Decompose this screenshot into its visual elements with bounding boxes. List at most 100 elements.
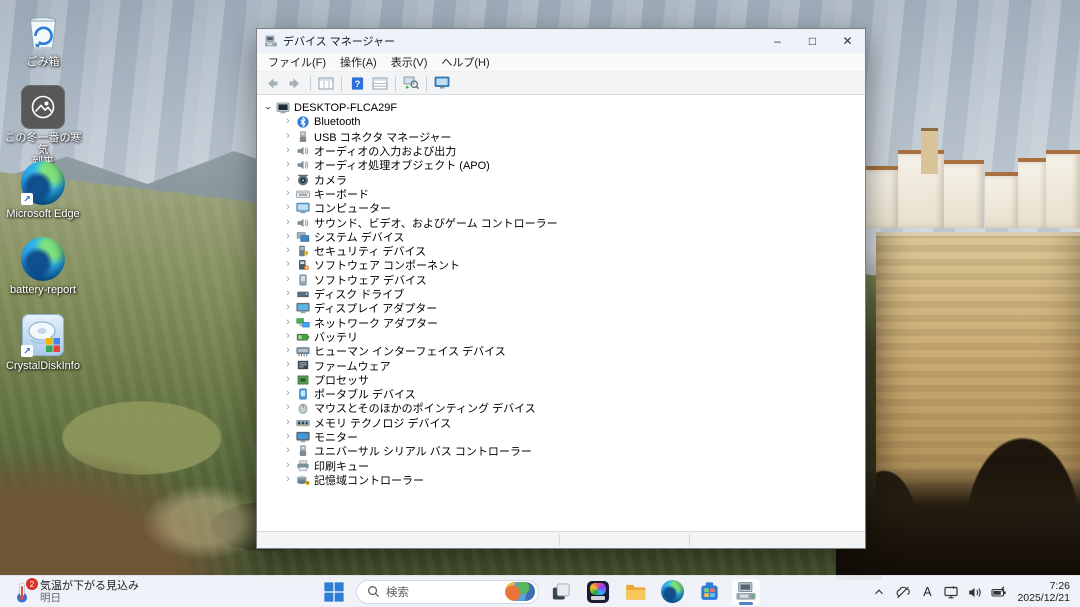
chevron-collapsed-icon[interactable]: › — [282, 144, 294, 156]
device-category-row[interactable]: ›コンピューター — [257, 201, 865, 215]
onedrive-tray-button[interactable] — [892, 578, 914, 606]
device-category-row[interactable]: ›オーディオの入力および出力 — [257, 144, 865, 158]
audio-icon — [296, 217, 311, 229]
chevron-collapsed-icon[interactable]: › — [282, 230, 294, 242]
search-input[interactable]: 検索 — [356, 580, 539, 604]
chevron-collapsed-icon[interactable]: › — [282, 473, 294, 485]
desktop-icon-crystaldiskinfo[interactable]: ↗CrystalDiskInfo — [0, 312, 86, 372]
hidden-icons-chevron[interactable] — [868, 578, 890, 606]
toolbar-separator — [310, 76, 311, 91]
device-category-row[interactable]: ›Bluetooth — [257, 115, 865, 129]
device-category-row[interactable]: ›ディスプレイ アダプター — [257, 301, 865, 315]
device-category-row[interactable]: ›ソフトウェア コンポーネント — [257, 258, 865, 272]
menu-item-help[interactable]: ヘルプ(H) — [434, 53, 496, 71]
device-category-row[interactable]: ›ソフトウェア デバイス — [257, 273, 865, 287]
chevron-collapsed-icon[interactable]: › — [282, 444, 294, 456]
chevron-collapsed-icon[interactable]: › — [282, 244, 294, 256]
chevron-collapsed-icon[interactable]: › — [282, 258, 294, 270]
desktop-icon-saved-image[interactable]: この冬一番の寒気到来 — [0, 84, 86, 168]
battery-charging-icon — [991, 585, 1008, 600]
device-category-row[interactable]: ›マウスとそのほかのポインティング デバイス — [257, 401, 865, 415]
edge-button[interactable] — [657, 578, 687, 606]
network-tray-button[interactable] — [940, 578, 962, 606]
device-category-row[interactable]: ›モニター — [257, 430, 865, 444]
weather-widget[interactable]: 2 気温が下がる見込み 明日 — [4, 576, 147, 607]
ime-mode-button[interactable]: A — [916, 578, 938, 606]
task-view-button[interactable] — [546, 578, 576, 606]
device-category-row[interactable]: ›印刷キュー — [257, 458, 865, 472]
device-category-row[interactable]: ›ヒューマン インターフェイス デバイス — [257, 344, 865, 358]
computer-icon — [276, 102, 291, 114]
chevron-collapsed-icon[interactable]: › — [282, 187, 294, 199]
properties-button[interactable] — [370, 74, 390, 93]
device-category-row[interactable]: ›ポータブル デバイス — [257, 387, 865, 401]
chevron-collapsed-icon[interactable]: › — [282, 216, 294, 228]
menu-item-file[interactable]: ファイル(F) — [261, 53, 333, 71]
device-manager-taskbar-button[interactable] — [731, 578, 761, 606]
device-category-row[interactable]: ›ディスク ドライブ — [257, 287, 865, 301]
chevron-collapsed-icon[interactable]: › — [282, 459, 294, 471]
desktop-icon-recycle-bin[interactable]: ごみ箱 — [0, 8, 86, 68]
chevron-collapsed-icon[interactable]: › — [282, 115, 294, 127]
taskbar-clock[interactable]: 7:26 2025/12/21 — [1013, 580, 1078, 604]
chevron-collapsed-icon[interactable]: › — [282, 387, 294, 399]
volume-tray-button[interactable] — [964, 578, 986, 606]
chevron-collapsed-icon[interactable]: › — [282, 173, 294, 185]
device-category-row[interactable]: ›メモリ テクノロジ デバイス — [257, 416, 865, 430]
back-button[interactable] — [262, 74, 282, 93]
firmware-icon — [296, 359, 311, 371]
menu-item-action[interactable]: 操作(A) — [333, 53, 384, 71]
menu-item-view[interactable]: 表示(V) — [384, 53, 435, 71]
device-category-row[interactable]: ›セキュリティ デバイス — [257, 244, 865, 258]
tray-date: 2025/12/21 — [1017, 592, 1070, 604]
chevron-collapsed-icon[interactable]: › — [282, 401, 294, 413]
console-tree-button[interactable] — [316, 74, 336, 93]
chevron-collapsed-icon[interactable]: › — [282, 287, 294, 299]
computer-view-button[interactable] — [432, 74, 452, 93]
scan-hardware-changes-button[interactable] — [401, 74, 421, 93]
weather-subtext: 明日 — [40, 592, 139, 604]
desktop-icon-microsoft-edge[interactable]: ↗Microsoft Edge — [0, 160, 86, 220]
chevron-collapsed-icon[interactable]: › — [282, 416, 294, 428]
chevron-collapsed-icon[interactable]: › — [282, 316, 294, 328]
tree-root-row[interactable]: ›DESKTOP-FLCA29F — [257, 101, 865, 115]
microsoft-store-button[interactable] — [694, 578, 724, 606]
device-category-row[interactable]: ›ユニバーサル シリアル バス コントローラー — [257, 444, 865, 458]
chevron-collapsed-icon[interactable]: › — [282, 301, 294, 313]
search-highlight-art[interactable] — [505, 582, 535, 601]
device-category-row[interactable]: ›プロセッサ — [257, 373, 865, 387]
help-button[interactable]: ? — [347, 74, 367, 93]
microsoft-365-button[interactable] — [583, 578, 613, 606]
forward-button[interactable] — [285, 74, 305, 93]
device-category-row[interactable]: ›カメラ — [257, 172, 865, 186]
window-titlebar[interactable]: デバイス マネージャー – □ ✕ — [257, 29, 865, 53]
close-button[interactable]: ✕ — [830, 29, 865, 53]
chevron-collapsed-icon[interactable]: › — [282, 344, 294, 356]
device-category-row[interactable]: ›記憶域コントローラー — [257, 473, 865, 487]
chevron-collapsed-icon[interactable]: › — [282, 273, 294, 285]
device-category-row[interactable]: ›バッテリ — [257, 330, 865, 344]
battery-tray-button[interactable] — [988, 578, 1011, 606]
weather-alert-badge: 2 — [26, 578, 38, 590]
start-button[interactable] — [319, 578, 349, 606]
chevron-expanded-icon[interactable]: › — [262, 102, 274, 114]
maximize-button[interactable]: □ — [795, 29, 830, 53]
device-category-row[interactable]: ›サウンド、ビデオ、およびゲーム コントローラー — [257, 215, 865, 229]
wallpaper-building — [1018, 158, 1048, 228]
device-category-row[interactable]: ›ネットワーク アダプター — [257, 315, 865, 329]
chevron-collapsed-icon[interactable]: › — [282, 373, 294, 385]
desktop-icon-battery-report[interactable]: battery-report — [0, 236, 86, 296]
chevron-collapsed-icon[interactable]: › — [282, 130, 294, 142]
file-explorer-button[interactable] — [620, 578, 650, 606]
device-category-row[interactable]: ›キーボード — [257, 187, 865, 201]
device-category-row[interactable]: ›ファームウェア — [257, 358, 865, 372]
device-category-row[interactable]: ›オーディオ処理オブジェクト (APO) — [257, 158, 865, 172]
chevron-collapsed-icon[interactable]: › — [282, 330, 294, 342]
device-category-row[interactable]: ›USB コネクタ マネージャー — [257, 130, 865, 144]
chevron-collapsed-icon[interactable]: › — [282, 358, 294, 370]
chevron-collapsed-icon[interactable]: › — [282, 158, 294, 170]
minimize-button[interactable]: – — [760, 29, 795, 53]
chevron-collapsed-icon[interactable]: › — [282, 201, 294, 213]
chevron-collapsed-icon[interactable]: › — [282, 430, 294, 442]
device-category-row[interactable]: ›システム デバイス — [257, 230, 865, 244]
